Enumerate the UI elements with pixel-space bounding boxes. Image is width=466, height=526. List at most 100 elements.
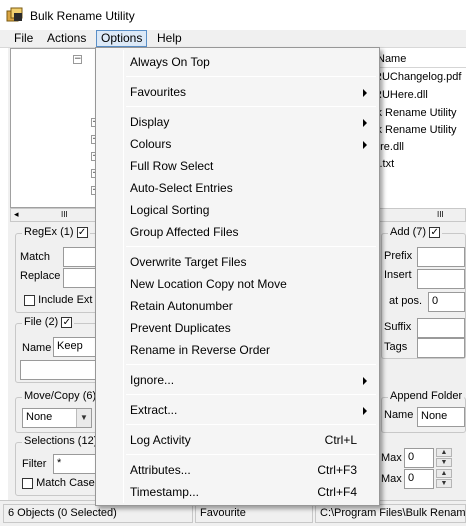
spin-down-icon[interactable]: ▼ (436, 458, 452, 467)
file-panel: File (2) ✓ Name Keep (15, 316, 99, 383)
status-favourite: Favourite (195, 504, 313, 523)
menu-item-label: Full Row Select (130, 159, 214, 173)
at-pos-input[interactable]: 0 (428, 292, 465, 312)
menu-item-overwrite-target-files[interactable]: Overwrite Target Files (98, 251, 377, 273)
app-icon (6, 7, 23, 22)
append-name-label: Name (384, 409, 414, 421)
name-label: Name (22, 342, 52, 354)
menu-item-retain-autonumber[interactable]: Retain Autonumber (98, 295, 377, 317)
match-case-label: Match Case (36, 477, 95, 489)
max-label: Max (381, 452, 402, 464)
filter-label: Filter (22, 458, 47, 470)
menu-item-extract[interactable]: Extract... (98, 399, 377, 421)
submenu-arrow-icon (363, 141, 367, 149)
append-folder-title: Append Folder (388, 390, 465, 402)
scroll-thumb-grip[interactable]: III (437, 210, 444, 219)
regex-enable-checkbox[interactable]: ✓ (76, 226, 88, 238)
filter-value: * (57, 457, 62, 469)
menu-item-full-row-select[interactable]: Full Row Select (98, 155, 377, 177)
regex-title: RegEx (1) (24, 226, 74, 238)
match-label: Match (20, 251, 50, 263)
menu-separator (126, 454, 376, 455)
prefix-input[interactable] (417, 247, 465, 267)
spin-up-icon[interactable]: ▲ (436, 469, 452, 478)
chevron-down-icon[interactable]: ▼ (76, 409, 91, 427)
replace-input[interactable] (63, 268, 99, 288)
menu-separator (126, 394, 376, 395)
menu-actions[interactable]: Actions (43, 30, 90, 47)
max-input-2[interactable]: 0 (404, 469, 434, 489)
menu-file[interactable]: File (10, 30, 37, 47)
status-object-count: 6 Objects (0 Selected) (3, 504, 193, 523)
menu-item-always-on-top[interactable]: Always On Top (98, 51, 377, 73)
include-ext-checkbox[interactable] (24, 294, 35, 306)
move-copy-combo[interactable]: None ▼ (22, 408, 92, 428)
submenu-arrow-icon (363, 377, 367, 385)
list-item[interactable]: RUChangelog.pdf (374, 71, 461, 83)
add-enable-checkbox[interactable]: ✓ (429, 226, 441, 238)
spin-up-icon[interactable]: ▲ (436, 448, 452, 457)
menu-item-timestamp[interactable]: Timestamp... Ctrl+F4 (98, 481, 377, 503)
match-case-checkbox[interactable] (22, 477, 33, 489)
menu-item-rename-in-reverse-order[interactable]: Rename in Reverse Order (98, 339, 377, 361)
window-title: Bulk Rename Utility (30, 9, 135, 23)
menu-item-favourites[interactable]: Favourites (98, 81, 377, 103)
append-name-value: None (421, 410, 448, 422)
list-item[interactable]: RUHere.dll (374, 89, 428, 101)
tags-input[interactable] (417, 338, 465, 358)
regex-panel: RegEx (1) ✓ Match Replace Include Ext (15, 226, 99, 313)
menu-item-group-affected-files[interactable]: Group Affected Files (98, 221, 377, 243)
max-input[interactable]: 0 (404, 448, 434, 468)
menu-item-label: Display (130, 115, 170, 129)
selections-title: Selections (12) (22, 435, 100, 447)
insert-input[interactable] (417, 269, 465, 289)
file-name-input[interactable] (20, 360, 99, 380)
name-combo[interactable]: Keep (53, 337, 99, 357)
menu-help[interactable]: Help (153, 30, 186, 47)
add-title: Add (7) (390, 226, 427, 238)
append-name-combo[interactable]: None (417, 407, 465, 427)
menu-item-label: Colours (130, 137, 172, 151)
menu-item-ignore[interactable]: Ignore... (98, 369, 377, 391)
menu-separator (126, 424, 376, 425)
max-label-2: Max (381, 473, 402, 485)
include-ext-label: Include Ext (38, 294, 93, 306)
spin-down-icon[interactable]: ▼ (436, 479, 452, 488)
menu-item-logical-sorting[interactable]: Logical Sorting (98, 199, 377, 221)
submenu-arrow-icon (363, 89, 367, 97)
menu-options[interactable]: Options (96, 30, 148, 47)
menu-bar: File Actions Options Help (0, 30, 466, 48)
menu-separator (126, 246, 376, 247)
suffix-input[interactable] (417, 318, 465, 338)
menu-item-label: Prevent Duplicates (130, 321, 231, 335)
options-menu: Always On Top Favourites Display Colours Ful… (95, 47, 380, 506)
title-bar: Bulk Rename Utility (0, 0, 466, 30)
submenu-arrow-icon (363, 407, 367, 415)
menu-item-display[interactable]: Display (98, 111, 377, 133)
menu-item-log-activity[interactable]: Log Activity Ctrl+L (98, 429, 377, 451)
list-item[interactable]: lk Rename Utility (374, 107, 457, 119)
max-value: 0 (408, 451, 415, 463)
menu-item-prevent-duplicates[interactable]: Prevent Duplicates (98, 317, 377, 339)
scroll-left-icon[interactable]: ◂ (14, 209, 19, 220)
menu-item-auto-select-entries[interactable]: Auto-Select Entries (98, 177, 377, 199)
menu-item-attributes[interactable]: Attributes... Ctrl+F3 (98, 459, 377, 481)
add-panel: Add (7) ✓ Prefix Insert at pos. 0 Suffix… (381, 226, 466, 359)
match-input[interactable] (63, 247, 99, 267)
menu-item-shortcut: Ctrl+F4 (317, 485, 357, 499)
menu-item-colours[interactable]: Colours (98, 133, 377, 155)
tree-expand-icon[interactable]: − (73, 55, 82, 64)
suffix-label: Suffix (384, 321, 412, 333)
move-copy-panel: Move/Copy (6) None ▼ (15, 390, 99, 433)
status-path: C:\Program Files\Bulk Rename (315, 504, 466, 523)
scroll-thumb-grip[interactable]: III (61, 210, 68, 219)
menu-item-label: Rename in Reverse Order (130, 343, 271, 357)
file-enable-checkbox[interactable]: ✓ (61, 316, 73, 328)
prefix-label: Prefix (384, 250, 413, 262)
file-title: File (2) (24, 316, 59, 328)
filter-input[interactable]: * (53, 454, 99, 474)
menu-item-label: Auto-Select Entries (130, 181, 233, 195)
menu-item-new-location-copy-not-move[interactable]: New Location Copy not Move (98, 273, 377, 295)
append-folder-panel: Append Folder Name None (381, 390, 466, 433)
list-item[interactable]: lk Rename Utility (374, 124, 457, 136)
